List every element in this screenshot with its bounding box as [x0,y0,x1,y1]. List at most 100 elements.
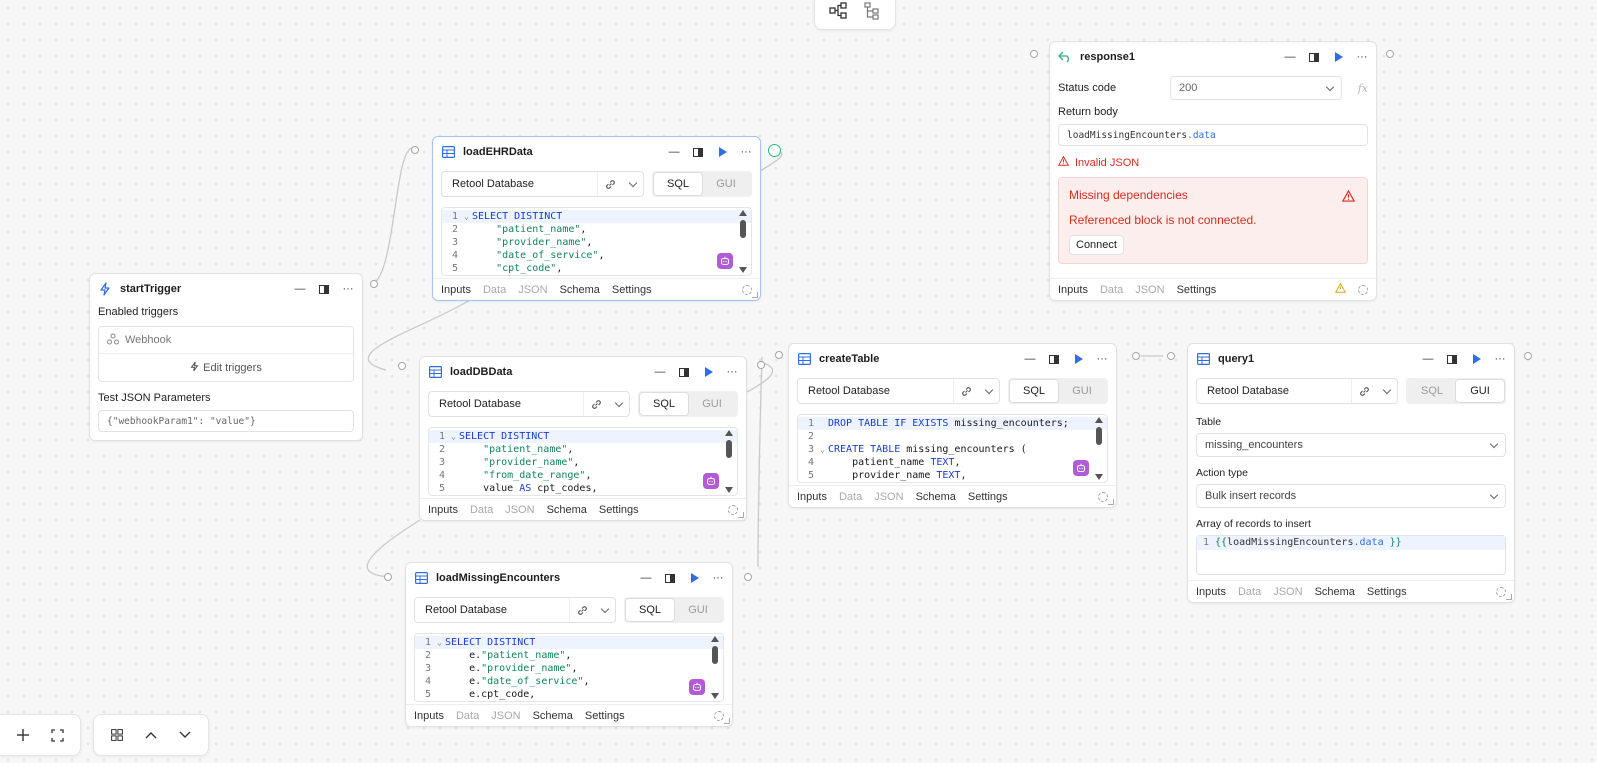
tab-json[interactable]: JSON [1135,284,1164,296]
tab-inputs[interactable]: Inputs [428,504,458,516]
tab-data[interactable]: Data [1100,284,1123,296]
edit-triggers-button[interactable]: Edit triggers [99,354,353,381]
plus-icon[interactable] [6,718,40,752]
minimize-icon[interactable]: — [294,283,306,295]
run-icon[interactable] [702,366,714,378]
mode-toggle[interactable]: SQL GUI [638,391,738,417]
port[interactable] [1132,352,1140,360]
sql-editor[interactable]: 1 ⌄ SELECT DISTINCT 2 e."patient_name", 3 e.… [414,633,724,702]
resource-select[interactable]: Retool Database [414,597,616,623]
chevron-down-icon[interactable] [595,598,615,622]
chevron-down-icon[interactable] [623,172,643,196]
tab-json[interactable]: JSON [874,491,903,503]
port-active[interactable] [768,144,781,157]
link-icon[interactable] [953,379,979,403]
fit-view-icon[interactable] [40,718,74,752]
resource-select[interactable]: Retool Database [1196,378,1398,404]
tab-settings[interactable]: Settings [585,710,625,722]
resize-handle[interactable] [1108,499,1114,505]
more-options-icon[interactable]: ··· [1356,51,1368,63]
tab-inputs[interactable]: Inputs [441,284,471,296]
run-icon[interactable] [716,146,728,158]
chevron-down-icon[interactable] [1377,379,1397,403]
fx-icon[interactable]: fx [1342,82,1368,95]
chevron-up-icon[interactable] [134,718,168,752]
editor-scrollbar[interactable] [739,210,747,273]
more-options-icon[interactable]: ··· [1096,353,1108,365]
gui-tab[interactable]: GUI [674,599,722,621]
minimize-icon[interactable]: — [1284,51,1296,63]
split-view-icon[interactable] [1446,353,1458,365]
tab-data[interactable]: Data [456,710,479,722]
minimize-icon[interactable]: — [1422,353,1434,365]
tab-data[interactable]: Data [470,504,493,516]
more-options-icon[interactable]: ··· [726,366,738,378]
chevron-down-icon[interactable] [168,718,202,752]
port[interactable] [1030,50,1038,58]
ai-assist-icon[interactable] [717,253,733,269]
sql-editor[interactable]: 1 ⌄ SELECT DISTINCT 2 "patient_name", 3 "pro… [428,427,738,496]
tab-settings[interactable]: Settings [599,504,639,516]
run-icon[interactable] [1470,353,1482,365]
port[interactable] [1524,352,1532,360]
connect-button[interactable]: Connect [1069,235,1124,255]
tab-schema[interactable]: Schema [1315,586,1355,598]
sql-tab[interactable]: SQL [1408,380,1456,402]
gui-tab[interactable]: GUI [1058,380,1106,402]
run-icon[interactable] [688,572,700,584]
tree-layout-icon[interactable] [855,0,889,28]
tab-settings[interactable]: Settings [1367,586,1407,598]
response1-block[interactable]: response1 — ··· Status code 200 fx Retur… [1049,41,1377,301]
port[interactable] [1386,50,1394,58]
port[interactable] [370,280,378,288]
records-editor[interactable]: 1 {{ loadMissingEncounters .data }} [1196,535,1506,575]
run-icon[interactable] [1072,353,1084,365]
port[interactable] [384,573,392,581]
more-options-icon[interactable]: ··· [740,146,752,158]
tab-settings[interactable]: Settings [968,491,1008,503]
resize-handle[interactable] [752,292,758,298]
port[interactable] [398,362,406,370]
link-icon[interactable] [597,172,623,196]
more-options-icon[interactable]: ··· [342,283,354,295]
more-options-icon[interactable]: ··· [1494,353,1506,365]
test-json-input[interactable]: {"webhookParam1": "value"} [98,410,354,432]
action-type-select[interactable]: Bulk insert records [1196,484,1506,508]
split-view-icon[interactable] [678,366,690,378]
resize-handle[interactable] [1506,594,1512,600]
load-ehr-data-block[interactable]: loadEHRData — ··· Retool Database SQL GU… [432,136,761,301]
split-view-icon[interactable] [1048,353,1060,365]
graph-layout-icon[interactable] [821,0,855,28]
resize-handle[interactable] [724,718,730,724]
split-view-icon[interactable] [318,283,330,295]
mode-toggle[interactable]: SQL GUI [652,171,752,197]
port[interactable] [757,361,765,369]
ai-assist-icon[interactable] [703,473,719,489]
chevron-down-icon[interactable] [979,379,999,403]
sql-tab[interactable]: SQL [640,393,688,415]
create-table-block[interactable]: createTable — ··· Retool Database SQL GU… [788,343,1117,508]
tab-inputs[interactable]: Inputs [797,491,827,503]
port[interactable] [411,146,419,154]
minimize-icon[interactable]: — [654,366,666,378]
run-icon[interactable] [1332,51,1344,63]
link-icon[interactable] [569,598,595,622]
tab-schema[interactable]: Schema [547,504,587,516]
mode-toggle[interactable]: SQL GUI [1008,378,1108,404]
tab-inputs[interactable]: Inputs [1058,284,1088,296]
tab-schema[interactable]: Schema [560,284,600,296]
ai-assist-icon[interactable] [1073,460,1089,476]
tab-json[interactable]: JSON [505,504,534,516]
tab-settings[interactable]: Settings [1177,284,1217,296]
tab-inputs[interactable]: Inputs [1196,586,1226,598]
tab-schema[interactable]: Schema [533,710,573,722]
minimize-icon[interactable]: — [1024,353,1036,365]
query1-block[interactable]: query1 — ··· Retool Database SQL GUI Tab… [1187,343,1515,603]
load-db-data-block[interactable]: loadDBData — ··· Retool Database SQL GUI… [419,356,747,521]
tab-schema[interactable]: Schema [916,491,956,503]
editor-scrollbar[interactable] [711,636,719,699]
more-options-icon[interactable]: ··· [712,572,724,584]
sql-tab[interactable]: SQL [626,599,674,621]
return-body-input[interactable]: loadMissingEncounters .data [1058,124,1368,146]
sql-tab[interactable]: SQL [1010,380,1058,402]
